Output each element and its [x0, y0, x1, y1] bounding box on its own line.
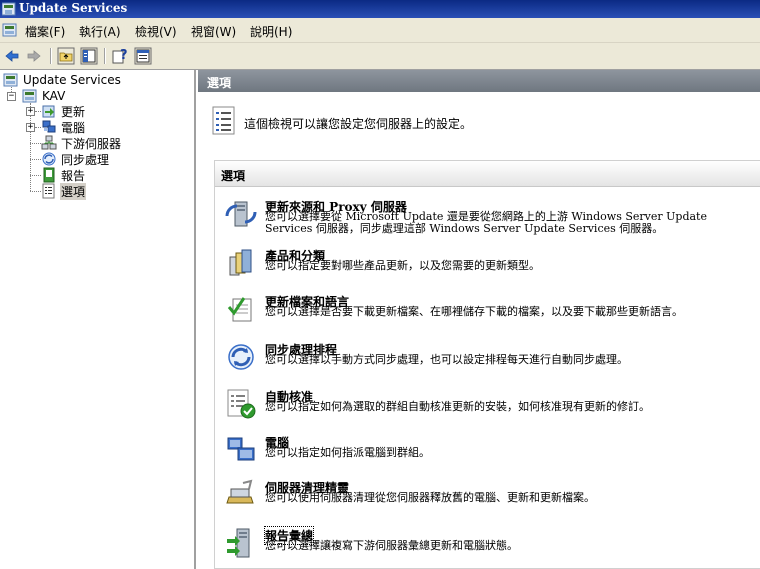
show-hide-tree-icon[interactable] [80, 47, 98, 65]
update-services-icon [2, 2, 16, 16]
menu-action[interactable]: 執行(A) [79, 23, 121, 40]
svg-text:?: ? [120, 48, 128, 63]
tree-label: 下游伺服器 [61, 136, 122, 151]
tree-item-downstream-servers[interactable]: 下游伺服器 [41, 135, 122, 151]
pane-title: 選項 [207, 76, 232, 90]
approval-list-icon [227, 389, 256, 419]
synchronization-icon [42, 152, 56, 166]
console-tree: Update Services − KAV + 更新 + 電腦 下游伺服器 同步… [0, 70, 196, 569]
option-description: 您可以指定如何指派電腦到群組。 [265, 446, 430, 459]
downstream-servers-icon [41, 135, 57, 150]
update-services-icon [3, 73, 18, 87]
properties-icon[interactable] [134, 47, 152, 65]
window-title: Update Services [19, 1, 128, 15]
expand-toggle[interactable]: + [26, 107, 35, 116]
forward-icon[interactable] [25, 47, 43, 65]
tree-label: 同步處理 [61, 152, 110, 167]
tree-line [30, 143, 41, 144]
tree-item-reports[interactable]: 報告 [41, 167, 86, 183]
option-description: 您可以選擇以手動方式同步處理，也可以設定排程每天進行自動同步處理。 [265, 353, 628, 366]
section-header: 選項 [215, 161, 760, 187]
computers-icon [227, 437, 255, 461]
title-bar: Update Services [0, 0, 760, 18]
options-list-icon [212, 106, 235, 135]
toolbar-separator [50, 48, 52, 64]
computers-icon [42, 120, 56, 133]
menu-help[interactable]: 說明(H) [250, 23, 292, 40]
tree-item-computers[interactable]: 電腦 [41, 119, 86, 135]
option-description: 您可以指定要對哪些產品更新，以及您需要的更新類型。 [265, 259, 540, 272]
tree-label: 電腦 [61, 120, 86, 135]
tree-label: 選項 [60, 182, 87, 200]
menu-bar: 檔案(F) 執行(A) 檢視(V) 視窗(W) 說明(H) [0, 18, 760, 43]
description-text: 這個檢視可以讓您設定您伺服器上的設定。 [244, 117, 473, 131]
tree-line [30, 159, 41, 160]
tree-line [30, 103, 31, 191]
up-folder-icon[interactable] [57, 47, 75, 65]
server-icon [22, 89, 37, 103]
tree-line [30, 175, 41, 176]
tree-label: 報告 [61, 168, 86, 183]
tree-item-synchronizations[interactable]: 同步處理 [41, 151, 110, 167]
tree-item-update-services[interactable]: Update Services [3, 72, 122, 88]
view-description: 這個檢視可以讓您設定您伺服器上的設定。 [212, 106, 760, 138]
pane-header: 選項 [198, 70, 760, 92]
reports-icon [43, 167, 55, 183]
option-description: 您可以指定如何為選取的群組自動核准更新的安裝，如何核准現有更新的修訂。 [265, 400, 650, 413]
menu-view[interactable]: 檢視(V) [135, 23, 177, 40]
details-pane: 選項 這個檢視可以讓您設定您伺服器上的設定。 選項 更新來源和 Proxy 伺服… [198, 70, 760, 569]
updates-icon [42, 105, 55, 118]
back-icon[interactable] [3, 47, 21, 65]
option-description: 您可以選擇是否要下載更新檔案、在哪裡儲存下載的檔案，以及要下載那些更新語言。 [265, 305, 683, 318]
tree-line [30, 191, 41, 192]
toolbar: ? [0, 43, 760, 70]
expand-toggle[interactable]: + [26, 123, 35, 132]
toolbar-separator [104, 48, 106, 64]
collapse-toggle[interactable]: − [7, 92, 16, 101]
sync-schedule-icon [228, 344, 254, 370]
menu-file[interactable]: 檔案(F) [25, 23, 65, 40]
menu-window[interactable]: 視窗(W) [191, 23, 236, 40]
update-files-icon [227, 297, 252, 322]
section-title: 選項 [221, 169, 246, 183]
options-icon [42, 183, 55, 199]
tree-item-options[interactable]: 選項 [41, 182, 87, 200]
console-icon[interactable] [2, 22, 18, 38]
option-description: 您可以選擇要從 Microsoft Update 還是要從您網路上的上游 Win… [265, 210, 707, 235]
help-icon[interactable]: ? [111, 47, 129, 65]
update-source-server-icon [225, 201, 257, 227]
tree-label: 更新 [61, 104, 86, 119]
reporting-rollup-icon [227, 528, 250, 558]
option-description: 您可以選擇讓複寫下游伺服器彙總更新和電腦狀態。 [265, 539, 518, 552]
cleanup-wizard-icon [226, 479, 254, 504]
tree-label: Update Services [23, 73, 121, 87]
tree-label: KAV [42, 89, 66, 103]
options-section: 選項 更新來源和 Proxy 伺服器 您可以選擇要從 Microsoft Upd… [214, 160, 760, 569]
tree-item-updates[interactable]: 更新 [41, 103, 86, 119]
option-description: 您可以使用伺服器清理從您伺服器釋放舊的電腦、更新和更新檔案。 [265, 491, 595, 504]
products-icon [229, 249, 252, 276]
